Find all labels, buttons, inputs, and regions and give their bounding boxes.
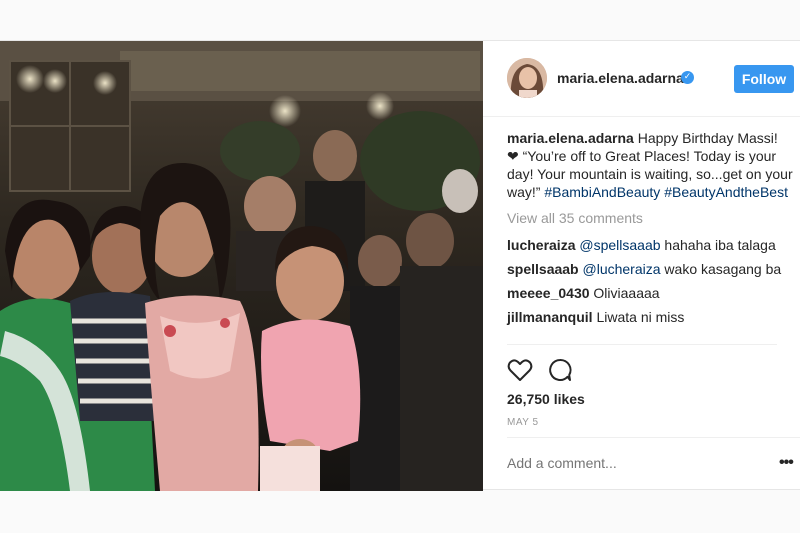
username[interactable]: maria.elena.adarna	[557, 70, 684, 86]
add-comment-bar: •••	[507, 437, 800, 491]
instagram-post: maria.elena.adarna ✓ Follow maria.elena.…	[0, 40, 800, 491]
caption-text-line1: Happy Birthday Massi!	[637, 130, 778, 146]
comment-text: Liwata ni miss	[596, 309, 685, 325]
post-date[interactable]: MAY 5	[507, 417, 539, 428]
heart-icon[interactable]	[507, 358, 533, 387]
comment-text: hahaha iba talaga	[664, 237, 776, 253]
hashtag-link[interactable]: #BambiAndBeauty	[544, 184, 660, 200]
party-photo-image	[0, 41, 483, 491]
post-photo[interactable]	[0, 41, 483, 491]
comment-item: meeee_0430 Oliviaaaaa	[507, 284, 793, 302]
comment-username[interactable]: spellsaaab	[507, 261, 579, 277]
more-options-icon[interactable]: •••	[779, 454, 794, 472]
comment-mention[interactable]: @lucheraiza	[583, 261, 661, 277]
comment-username[interactable]: jillmananquil	[507, 309, 593, 325]
comment-bubble-icon[interactable]	[547, 358, 573, 387]
post-header: maria.elena.adarna ✓ Follow	[483, 41, 800, 117]
comment-item: jillmananquil Liwata ni miss	[507, 308, 793, 326]
verified-badge-icon: ✓	[681, 71, 694, 84]
follow-button[interactable]: Follow	[734, 65, 794, 93]
avatar[interactable]	[507, 58, 547, 98]
comments-section: maria.elena.adarna Happy Birthday Massi!…	[507, 129, 793, 332]
comment-text: wako kasagang ba	[664, 261, 782, 277]
avatar-image	[507, 58, 547, 98]
comment-username[interactable]: lucheraiza	[507, 237, 575, 253]
comment-bubble-icon-svg	[549, 359, 572, 381]
comment-item: spellsaaab @lucheraiza wako kasagang ba	[507, 260, 793, 278]
post-actions	[507, 344, 777, 384]
comment-username[interactable]: meeee_0430	[507, 285, 590, 301]
heart-icon-svg	[507, 359, 533, 381]
hashtag-link[interactable]: #BeautyAndtheBest	[664, 184, 788, 200]
post-sidebar: maria.elena.adarna ✓ Follow maria.elena.…	[483, 41, 800, 491]
comment-mention[interactable]: @spellsaaab	[579, 237, 660, 253]
likes-count[interactable]: 26,750 likes	[507, 391, 585, 407]
add-comment-input[interactable]	[507, 455, 737, 471]
caption: maria.elena.adarna Happy Birthday Massi!…	[507, 129, 793, 201]
comment-item: lucheraiza @spellsaaab hahaha iba talaga	[507, 236, 793, 254]
comment-text: Oliviaaaaa	[593, 285, 660, 301]
view-all-comments-link[interactable]: View all 35 comments	[507, 209, 793, 227]
caption-username[interactable]: maria.elena.adarna	[507, 130, 634, 146]
